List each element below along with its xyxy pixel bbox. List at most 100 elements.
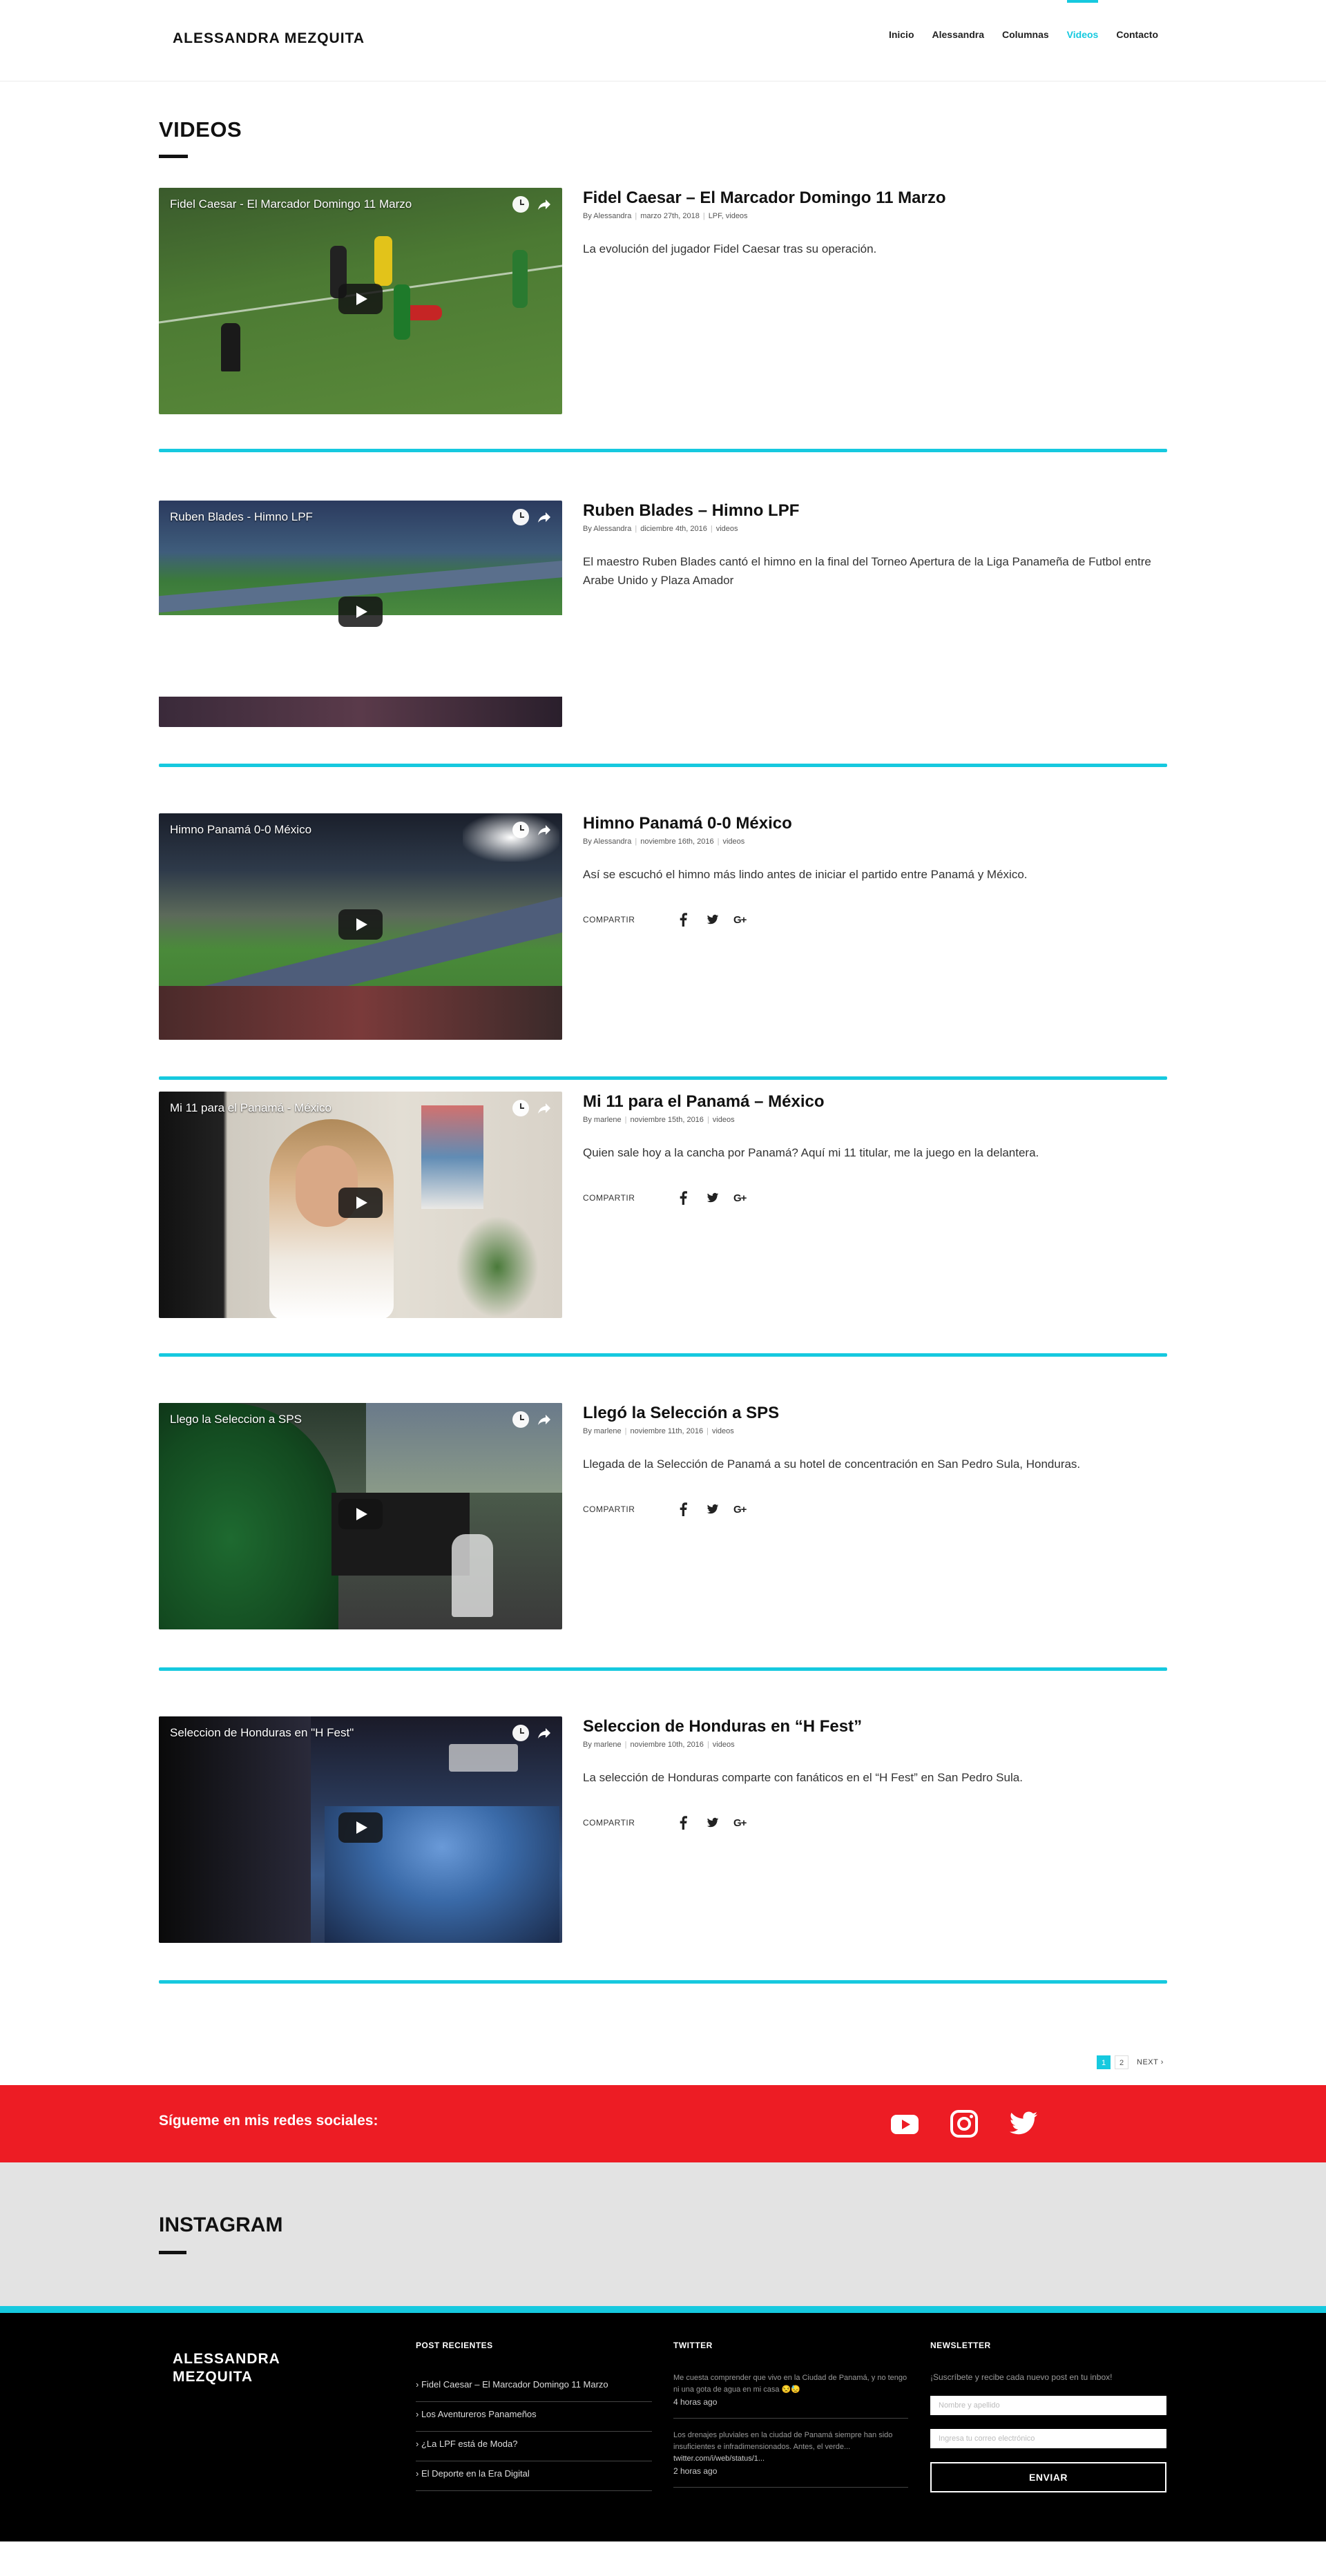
play-icon[interactable] — [338, 597, 383, 627]
share-arrow-icon[interactable] — [536, 196, 552, 213]
watch-later-icon[interactable] — [512, 1100, 529, 1116]
video-post: Fidel Caesar - El Marcador Domingo 11 Ma… — [159, 188, 1167, 416]
next-page-link[interactable]: NEXT › — [1137, 2058, 1164, 2066]
meta-separator: | — [635, 837, 637, 846]
site-logo[interactable]: ALESSANDRA MEZQUITA — [173, 30, 365, 47]
instagram-section: INSTAGRAM — [0, 2162, 1326, 2306]
twitter-icon[interactable] — [706, 911, 733, 928]
recent-post-link[interactable]: › Los Aventureros Panameños — [416, 2402, 652, 2432]
share-arrow-icon[interactable] — [536, 1100, 552, 1116]
post-title[interactable]: Mi 11 para el Panamá – México — [583, 1092, 1167, 1112]
footer-logo[interactable]: ALESSANDRA MEZQUITA — [173, 2350, 280, 2386]
facebook-icon[interactable] — [678, 911, 706, 928]
instagram-icon[interactable] — [949, 2109, 979, 2139]
play-icon[interactable] — [338, 909, 383, 940]
recent-post-title: Fidel Caesar – El Marcador Domingo 11 Ma… — [421, 2379, 608, 2390]
post-body: Ruben Blades – Himno LPF By Alessandra | d… — [583, 501, 1167, 590]
post-categories[interactable]: videos — [713, 1741, 735, 1749]
footer-bottom-strip — [0, 2541, 1326, 2576]
site-footer: ALESSANDRA MEZQUITA POST RECIENTES › Fid… — [0, 2313, 1326, 2541]
share-arrow-icon[interactable] — [536, 1411, 552, 1428]
share-arrow-icon[interactable] — [536, 1725, 552, 1741]
social-text: Sígueme en mis redes sociales: — [159, 2113, 378, 2129]
post-date: noviembre 16th, 2016 — [640, 837, 714, 846]
nav-item-alessandra[interactable]: Alessandra — [923, 0, 993, 69]
page-number-1[interactable]: 1 — [1097, 2055, 1111, 2069]
post-categories[interactable]: videos — [716, 525, 738, 533]
nav-item-columnas[interactable]: Columnas — [993, 0, 1058, 69]
post-divider — [159, 1980, 1167, 1984]
video-post: Seleccion de Honduras en "H Fest" Selecc… — [159, 1716, 1167, 1944]
twitter-icon[interactable] — [706, 1814, 733, 1831]
recent-post-link[interactable]: › El Deporte en la Era Digital — [416, 2461, 652, 2491]
post-title[interactable]: Fidel Caesar – El Marcador Domingo 11 Ma… — [583, 188, 1167, 209]
watch-later-icon[interactable] — [512, 1411, 529, 1428]
recent-posts-heading: POST RECIENTES — [416, 2341, 493, 2350]
post-categories[interactable]: videos — [712, 1427, 734, 1435]
video-thumbnail[interactable]: Llego la Seleccion a SPS — [159, 1403, 562, 1629]
watch-later-icon[interactable] — [512, 509, 529, 525]
video-thumbnail[interactable]: Himno Panamá 0-0 México — [159, 813, 562, 1040]
post-categories[interactable]: LPF, videos — [709, 212, 748, 220]
newsletter-heading: NEWSLETTER — [930, 2341, 991, 2350]
page-number-2[interactable]: 2 — [1115, 2055, 1128, 2069]
post-date: noviembre 10th, 2016 — [630, 1741, 704, 1749]
post-title[interactable]: Llegó la Selección a SPS — [583, 1403, 1167, 1424]
watch-later-icon[interactable] — [512, 822, 529, 838]
post-divider — [159, 449, 1167, 452]
google-plus-icon[interactable]: G+ — [733, 1190, 761, 1206]
post-author[interactable]: marlene — [594, 1741, 622, 1749]
video-thumbnail[interactable]: Fidel Caesar - El Marcador Domingo 11 Ma… — [159, 188, 562, 414]
facebook-icon[interactable] — [678, 1814, 706, 1831]
play-icon[interactable] — [338, 1499, 383, 1529]
newsletter-email-input[interactable] — [930, 2429, 1166, 2448]
meta-by: By — [583, 1116, 592, 1124]
share-row: COMPARTIR G+ — [583, 1501, 1167, 1518]
newsletter-submit-button[interactable]: ENVIAR — [930, 2462, 1166, 2492]
tweet-time[interactable]: 2 horas ago — [673, 2466, 908, 2488]
recent-post-link[interactable]: › Fidel Caesar – El Marcador Domingo 11 … — [416, 2372, 652, 2402]
twitter-icon[interactable] — [1008, 2109, 1039, 2139]
play-icon[interactable] — [338, 284, 383, 314]
twitter-icon[interactable] — [706, 1190, 733, 1206]
post-author[interactable]: Alessandra — [593, 837, 631, 846]
recent-post-link[interactable]: › ¿La LPF está de Moda? — [416, 2432, 652, 2461]
google-plus-icon[interactable]: G+ — [733, 911, 761, 928]
facebook-icon[interactable] — [678, 1190, 706, 1206]
post-categories[interactable]: videos — [713, 1116, 735, 1124]
meta-by: By — [583, 1427, 592, 1435]
post-title[interactable]: Ruben Blades – Himno LPF — [583, 501, 1167, 521]
post-author[interactable]: marlene — [594, 1116, 622, 1124]
twitter-icon[interactable] — [706, 1501, 733, 1518]
video-thumbnail[interactable]: Seleccion de Honduras en "H Fest" — [159, 1716, 562, 1943]
video-thumbnail[interactable]: Mi 11 para el Panamá - México — [159, 1092, 562, 1318]
nav-item-videos[interactable]: Videos — [1058, 0, 1108, 69]
share-arrow-icon[interactable] — [536, 822, 552, 838]
google-plus-icon[interactable]: G+ — [733, 1814, 761, 1831]
tweet-time[interactable]: 4 horas ago — [673, 2397, 908, 2419]
facebook-icon[interactable] — [678, 1501, 706, 1518]
post-categories[interactable]: videos — [722, 837, 744, 846]
post-title[interactable]: Seleccion de Honduras en “H Fest” — [583, 1716, 1167, 1737]
video-post: Ruben Blades - Himno LPF Ruben Blades – … — [159, 501, 1167, 728]
share-arrow-icon[interactable] — [536, 509, 552, 525]
nav-item-contacto[interactable]: Contacto — [1107, 0, 1167, 69]
tweet-link[interactable]: twitter.com/i/web/status/1... — [673, 2453, 910, 2465]
post-author[interactable]: Alessandra — [593, 525, 631, 533]
post-title[interactable]: Himno Panamá 0-0 México — [583, 813, 1167, 834]
footer-logo-line2: MEZQUITA — [173, 2369, 253, 2385]
play-icon[interactable] — [338, 1812, 383, 1843]
pagination: 1 2 NEXT › — [1097, 2055, 1164, 2069]
youtube-icon[interactable] — [890, 2109, 920, 2139]
newsletter-name-input[interactable] — [930, 2396, 1166, 2415]
watch-later-icon[interactable] — [512, 196, 529, 213]
nav-item-inicio[interactable]: Inicio — [880, 0, 923, 69]
video-thumbnail[interactable]: Ruben Blades - Himno LPF — [159, 501, 562, 727]
watch-later-icon[interactable] — [512, 1725, 529, 1741]
google-plus-icon[interactable]: G+ — [733, 1501, 761, 1518]
post-author[interactable]: marlene — [594, 1427, 622, 1435]
video-overlay-title: Himno Panamá 0-0 México — [170, 823, 312, 836]
post-author[interactable]: Alessandra — [593, 212, 631, 220]
post-body: Mi 11 para el Panamá – México By marlene… — [583, 1092, 1167, 1206]
play-icon[interactable] — [338, 1188, 383, 1218]
